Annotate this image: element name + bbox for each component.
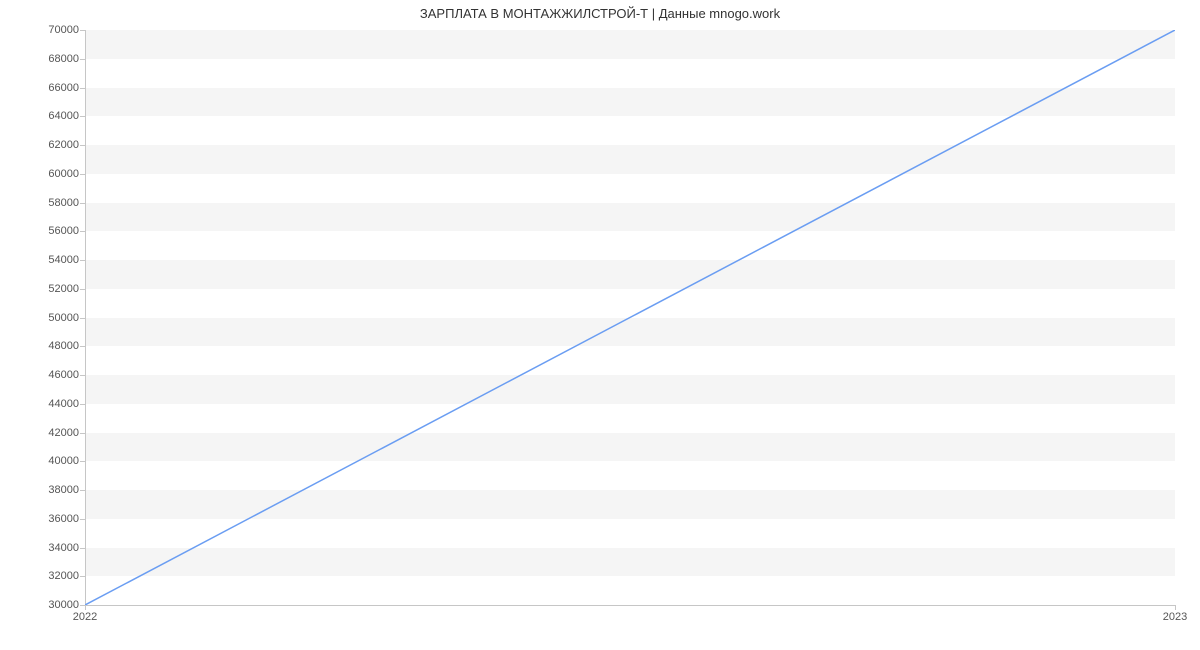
x-tick-label: 2023 — [1163, 611, 1187, 623]
y-tick-label: 54000 — [48, 254, 79, 266]
y-tick-label: 64000 — [48, 110, 79, 122]
y-tick-label: 46000 — [48, 369, 79, 381]
y-tick-label: 62000 — [48, 139, 79, 151]
y-tick-label: 38000 — [48, 484, 79, 496]
y-tick-label: 52000 — [48, 283, 79, 295]
x-axis-line — [85, 605, 1175, 606]
y-tick-label: 30000 — [48, 599, 79, 611]
y-tick-label: 68000 — [48, 53, 79, 65]
series-layer — [85, 30, 1175, 605]
chart-container: ЗАРПЛАТА В МОНТАЖЖИЛСТРОЙ-Т | Данные mno… — [0, 0, 1200, 650]
y-tick-label: 36000 — [48, 513, 79, 525]
y-tick-label: 56000 — [48, 225, 79, 237]
y-tick-label: 48000 — [48, 340, 79, 352]
y-tick-label: 40000 — [48, 455, 79, 467]
plot-area: 3000032000340003600038000400004200044000… — [85, 30, 1175, 605]
y-tick-label: 60000 — [48, 168, 79, 180]
y-tick-label: 44000 — [48, 398, 79, 410]
y-tick-label: 34000 — [48, 542, 79, 554]
y-tick-label: 32000 — [48, 570, 79, 582]
x-tick-label: 2022 — [73, 611, 97, 623]
x-tick — [1175, 605, 1176, 610]
y-tick-label: 42000 — [48, 427, 79, 439]
y-tick-label: 58000 — [48, 197, 79, 209]
series-line — [85, 30, 1175, 605]
y-tick-label: 50000 — [48, 312, 79, 324]
y-tick-label: 66000 — [48, 82, 79, 94]
y-tick-label: 70000 — [48, 24, 79, 36]
chart-title: ЗАРПЛАТА В МОНТАЖЖИЛСТРОЙ-Т | Данные mno… — [0, 6, 1200, 21]
